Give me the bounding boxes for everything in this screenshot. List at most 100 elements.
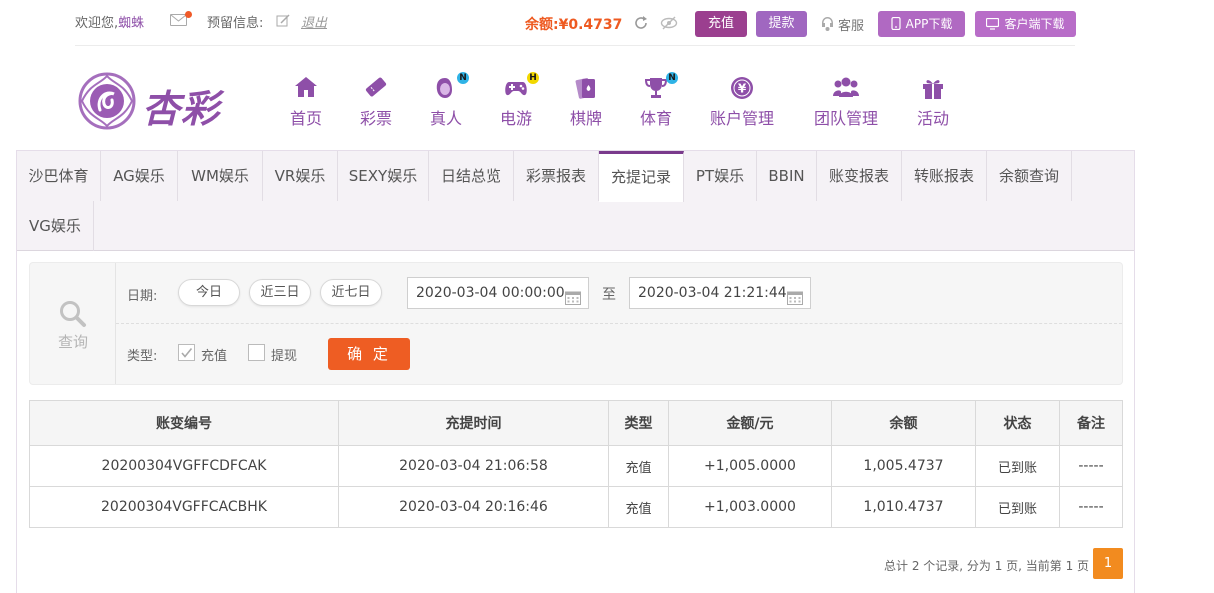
status-badge: 已到账 bbox=[975, 445, 1060, 487]
tab-sexy[interactable]: SEXY娱乐 bbox=[338, 151, 429, 201]
tab-deposit-withdraw-records[interactable]: 充提记录 bbox=[599, 151, 684, 202]
transaction-remark: ----- bbox=[1059, 486, 1123, 528]
checkmark-icon bbox=[181, 347, 193, 358]
transaction-balance: 1,010.4737 bbox=[831, 486, 976, 528]
customer-service-icon[interactable] bbox=[820, 16, 835, 36]
app-download-label: APP下载 bbox=[905, 17, 953, 31]
query-side: 查询 bbox=[30, 263, 116, 384]
nav-home-label: 首页 bbox=[289, 109, 322, 128]
transaction-remark: ----- bbox=[1059, 445, 1123, 487]
main-panel: 沙巴体育 AG娱乐 WM娱乐 VR娱乐 SEXY娱乐 日结总览 彩票报表 充提记… bbox=[16, 150, 1135, 593]
date-label: 日期: bbox=[127, 289, 158, 304]
recharge-option-label[interactable]: 充值 bbox=[201, 345, 227, 364]
notification-dot bbox=[185, 11, 192, 18]
withdraw-option-label[interactable]: 提现 bbox=[271, 345, 297, 364]
nav-slots[interactable]: H 电游 bbox=[496, 72, 539, 128]
tab-vr[interactable]: VR娱乐 bbox=[263, 151, 338, 201]
transaction-amount: +1,003.0000 bbox=[668, 486, 832, 528]
gamepad-icon: H bbox=[503, 72, 539, 100]
nav-activity[interactable]: 活动 bbox=[914, 76, 952, 128]
last-three-days-button[interactable]: 近三日 bbox=[249, 279, 311, 306]
app-download-button[interactable]: APP下载 bbox=[878, 11, 965, 37]
balance-value: ¥0.4737 bbox=[558, 17, 623, 33]
withdraw-checkbox[interactable] bbox=[248, 344, 265, 361]
new-badge: N bbox=[457, 72, 469, 84]
nav-team[interactable]: 团队管理 bbox=[810, 76, 882, 128]
logout-link[interactable]: 退出 bbox=[301, 12, 327, 31]
col-amount: 金额/元 bbox=[668, 400, 832, 446]
tab-wm[interactable]: WM娱乐 bbox=[178, 151, 263, 201]
trophy-icon: N bbox=[644, 72, 678, 100]
tab-daily-summary[interactable]: 日结总览 bbox=[429, 151, 514, 201]
tab-saba-sports[interactable]: 沙巴体育 bbox=[17, 151, 101, 201]
client-download-button[interactable]: 客户端下载 bbox=[975, 11, 1076, 37]
tab-vg[interactable]: VG娱乐 bbox=[17, 201, 94, 251]
tab-transfer-report[interactable]: 转账报表 bbox=[902, 151, 987, 201]
calendar-icon[interactable] bbox=[565, 286, 581, 316]
col-transaction-id: 账变编号 bbox=[29, 400, 339, 446]
nav-sports[interactable]: N 体育 bbox=[636, 72, 678, 128]
type-label: 类型: bbox=[127, 349, 158, 364]
username[interactable]: 蜘蛛 bbox=[118, 16, 144, 31]
col-remark: 备注 bbox=[1059, 400, 1123, 446]
page-1-button[interactable]: 1 bbox=[1093, 548, 1123, 579]
nav-lottery[interactable]: 彩票 bbox=[356, 76, 396, 128]
last-seven-days-button[interactable]: 近七日 bbox=[320, 279, 382, 306]
customer-service-label[interactable]: 客服 bbox=[838, 15, 864, 34]
recharge-button[interactable]: 充值 bbox=[695, 11, 747, 37]
table-header-row: 账变编号 充提时间 类型 金额/元 余额 状态 备注 bbox=[29, 400, 1123, 446]
pagination-summary: 总计 2 个记录, 分为 1 页, 当前第 1 页 bbox=[884, 559, 1090, 573]
recharge-checkbox[interactable] bbox=[178, 344, 195, 361]
cards-icon bbox=[574, 76, 598, 100]
query-form: 查询 日期: 今日 近三日 近七日 2020-03-04 00:00:00 至 … bbox=[29, 262, 1123, 385]
hide-balance-icon[interactable] bbox=[660, 15, 678, 35]
welcome-label: 欢迎您, bbox=[75, 16, 119, 31]
transaction-time: 2020-03-04 20:16:46 bbox=[338, 486, 609, 528]
edit-icon[interactable] bbox=[276, 13, 290, 32]
site-logo[interactable]: 杏彩 bbox=[76, 70, 228, 132]
divider bbox=[116, 323, 1122, 324]
tab-ag[interactable]: AG娱乐 bbox=[101, 151, 178, 201]
confirm-button[interactable]: 确 定 bbox=[328, 338, 410, 370]
refresh-icon[interactable] bbox=[633, 15, 649, 35]
col-status: 状态 bbox=[975, 400, 1060, 446]
transaction-type: 充值 bbox=[608, 486, 669, 528]
nav-sports-label: 体育 bbox=[639, 109, 672, 128]
nav-live-label: 真人 bbox=[429, 109, 462, 128]
tab-pt[interactable]: PT娱乐 bbox=[684, 151, 757, 201]
nav-account[interactable]: ¥ 账户管理 bbox=[706, 76, 778, 128]
report-tabs: 沙巴体育 AG娱乐 WM娱乐 VR娱乐 SEXY娱乐 日结总览 彩票报表 充提记… bbox=[17, 151, 1134, 251]
home-icon bbox=[294, 76, 318, 100]
tab-lottery-report[interactable]: 彩票报表 bbox=[514, 151, 599, 201]
monitor-icon bbox=[986, 17, 1000, 30]
table-row: 20200304VGFFCDFCAK 2020-03-04 21:06:58 充… bbox=[29, 445, 1123, 487]
status-badge: 已到账 bbox=[975, 486, 1060, 528]
logo-text: 杏彩 bbox=[142, 87, 221, 131]
withdraw-button[interactable]: 提款 bbox=[756, 11, 807, 37]
nav-live[interactable]: N 真人 bbox=[426, 72, 469, 128]
tab-bbin[interactable]: BBIN bbox=[757, 151, 817, 201]
today-button[interactable]: 今日 bbox=[178, 279, 240, 306]
start-date-value: 2020-03-04 00:00:00 bbox=[416, 285, 565, 301]
nav-chess[interactable]: 棋牌 bbox=[566, 76, 606, 128]
transaction-balance: 1,005.4737 bbox=[831, 445, 976, 487]
logo-emblem-icon bbox=[78, 72, 136, 130]
end-date-input[interactable]: 2020-03-04 21:21:44 bbox=[629, 277, 811, 309]
nav-team-label: 团队管理 bbox=[813, 109, 878, 128]
welcome-text: 欢迎您,蜘蛛 bbox=[75, 12, 144, 31]
live-dealer-icon: N bbox=[433, 72, 469, 100]
transaction-id: 20200304VGFFCACBHK bbox=[29, 486, 339, 528]
nav-activity-label: 活动 bbox=[916, 109, 949, 128]
tab-account-change-report[interactable]: 账变报表 bbox=[817, 151, 902, 201]
hot-badge: H bbox=[527, 72, 539, 84]
top-bar: 欢迎您,蜘蛛 预留信息: 退出 余额:¥0.4737 充值 提款 客服 APP下… bbox=[75, 0, 1076, 46]
tab-balance-query[interactable]: 余额查询 bbox=[987, 151, 1072, 201]
nav-home[interactable]: 首页 bbox=[286, 76, 326, 128]
reserve-info-label: 预留信息: bbox=[207, 16, 264, 31]
new-badge: N bbox=[666, 72, 678, 84]
start-date-input[interactable]: 2020-03-04 00:00:00 bbox=[407, 277, 589, 309]
client-download-label: 客户端下载 bbox=[1004, 17, 1065, 31]
yen-coin-icon: ¥ bbox=[730, 76, 754, 100]
phone-icon bbox=[891, 16, 901, 31]
calendar-icon[interactable] bbox=[787, 286, 803, 316]
